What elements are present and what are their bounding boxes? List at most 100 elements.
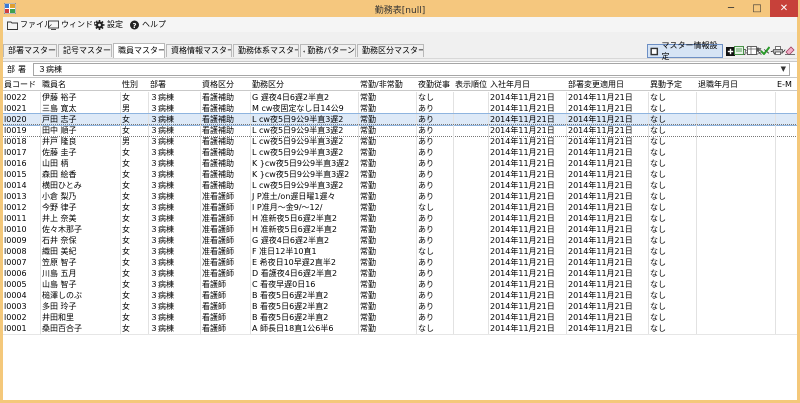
column-header[interactable]: 退職年月日 [698, 79, 777, 90]
check-icon[interactable] [760, 46, 770, 55]
table-row[interactable]: l0015 森田 絵香女 ３病棟 看護補助 K }cw夜5日9公9半直3遅2 常勤 あり 20… [3, 169, 797, 180]
tab-work-system-master[interactable]: 勤務体系マスター [233, 44, 299, 57]
column-header[interactable]: 夜勤従事 [418, 79, 455, 90]
table-row[interactable]: l0004 槌澤しのぶ女 ３病棟 看護師 B 看夜5日6遅2半直2 常勤 あり 2014年11… [3, 290, 797, 301]
table-row[interactable]: l0007 笠原 智子女 ３病棟 准看護師 E 希夜日10早遅2直半2 常勤 あり 2014年… [3, 257, 797, 268]
table-row[interactable]: l0002 井田和里女 ３病棟 看護師 B 看夜5日6遅2半直2 常勤 あり 2014年11月… [3, 312, 797, 323]
table-cell [454, 235, 489, 246]
export-icon[interactable] [734, 46, 744, 55]
table-cell: 2014年11月21日 [567, 257, 649, 268]
table-cell: なし [649, 323, 697, 334]
table-cell: 2014年11月21日 [567, 290, 649, 301]
column-header[interactable]: E-M [777, 79, 797, 90]
table-cell: B 看夜5日6遅2半直2 [251, 301, 359, 312]
column-header[interactable]: 勤務区分 [252, 79, 360, 90]
column-header[interactable]: 職員名 [42, 79, 122, 90]
table-cell: あり [417, 158, 454, 169]
table-cell: l0006 [3, 268, 41, 279]
table-cell: 常勤 [359, 257, 417, 268]
minimize-button[interactable]: ─ [718, 0, 744, 17]
table-cell: G 遅夜4日6遅2半直2 [251, 235, 359, 246]
table-cell: ３病棟 [149, 235, 201, 246]
table-cell: 2014年11月21日 [489, 268, 567, 279]
table-row[interactable]: l0019 田中 順子女 ３病棟 看護補助 L cw夜5日9公9半直3遅2 常勤 あり 201… [3, 124, 797, 137]
table-cell: 2014年11月21日 [489, 158, 567, 169]
table-cell: A 師長日18直1公6半6 [251, 323, 359, 334]
column-header[interactable]: 表示順位 [455, 79, 490, 90]
table-cell: なし [649, 257, 697, 268]
table-cell: L cw夜5日9公9半直3遅2 [251, 180, 359, 191]
tab-license-master[interactable]: 資格情報マスター [166, 44, 232, 57]
table-cell: l0009 [3, 235, 41, 246]
table-cell: 今野 律子 [41, 202, 121, 213]
table-cell: 准看護師 [201, 235, 251, 246]
table-row[interactable]: l0008 織田 美紀女 ３病棟 准看護師 F 准日12半10直1 常勤 なし 2014年11… [3, 246, 797, 257]
delete-icon[interactable] [785, 46, 795, 55]
table-cell [697, 246, 776, 257]
print-icon[interactable] [773, 46, 783, 55]
table-cell: 2014年11月21日 [489, 92, 567, 103]
table-cell: ３病棟 [149, 323, 201, 334]
table-row[interactable]: l0012 今野 律子女 ３病棟 准看護師 I P准月～金9/～12/常勤 なし 2014年… [3, 202, 797, 213]
department-select[interactable]: ３病棟 ▼ [33, 63, 790, 76]
menu-settings[interactable]: 設定 [94, 18, 123, 31]
table-row[interactable]: l0013 小倉 梨乃女 ３病棟 准看護師 J P准土/on遅日曜1遅々 常勤 あり 2014… [3, 191, 797, 202]
table-row[interactable]: l0011 井上 奈美女 ３病棟 准看護師 H 准新夜5日6遅2半直2 常勤 あり 2014年… [3, 213, 797, 224]
table-cell [697, 301, 776, 312]
table-cell [697, 180, 776, 191]
column-header[interactable]: 入社年月日 [490, 79, 568, 90]
table-cell: 女 [121, 323, 149, 334]
column-header[interactable]: 異動予定 [650, 79, 698, 90]
table-row[interactable]: l0016 山田 柄女 ３病棟 看護補助 K }cw夜5日9公9半直3遅2 常勤 あり 201… [3, 158, 797, 169]
column-header[interactable]: 部署 [150, 79, 202, 90]
table-cell: 女 [121, 158, 149, 169]
column-header[interactable]: 員コード [4, 79, 42, 90]
title-bar[interactable]: 勤務表[null] ─ □ ✕ [0, 0, 800, 17]
table-row[interactable]: l0021 三島 寛太男 ３病棟 看護補助 M cw夜固定なし日14公9 常勤 あり 2014… [3, 103, 797, 114]
tab-work-category-master[interactable]: 勤務区分マスター [357, 44, 424, 57]
table-cell: 看護補助 [201, 92, 251, 103]
table-cell: 2014年11月21日 [567, 158, 649, 169]
table-row[interactable]: l0020 戸田 志子女 ３病棟 看護補助 L cw夜5日9公9半直3遅2 常勤 あり 201… [3, 113, 797, 126]
table-row[interactable]: l0022 伊藤 裕子女 ３病棟 看護補助 G 遅夜4日6遅2半直2 常勤 なし 2014年1… [3, 92, 797, 103]
table-row[interactable]: l0001 桑田百合子女 ３病棟 看護師 A 師長日18直1公6半6 常勤 なし 2014年1… [3, 323, 797, 334]
table-row[interactable]: l0014 横田ひとみ女 ３病棟 看護補助 L cw夜5日9公9半直3遅2 常勤 あり 201… [3, 180, 797, 191]
table-row[interactable]: l0003 多田 玲子女 ３病棟 看護師 B 看夜5日6遅2半直2 常勤 あり 2014年11… [3, 301, 797, 312]
grid-view-icon[interactable] [747, 46, 757, 55]
column-header[interactable]: 性別 [122, 79, 150, 90]
table-row[interactable]: l0017 佐藤 圭子女 ３病棟 看護補助 L cw夜5日9公9半直3遅2 常勤 あり 201… [3, 147, 797, 158]
table-row[interactable]: l0005 山島 智子女 ３病棟 看護師 C 看夜早遅0日16 常勤 あり 2014年11月2… [3, 279, 797, 290]
menu-file[interactable]: ファイル [7, 18, 52, 31]
tab-work-pattern[interactable]: 勤務パターン [300, 44, 356, 57]
column-header[interactable]: 部署変更適用日 [568, 79, 650, 90]
table-cell: なし [417, 202, 454, 213]
table-cell [454, 158, 489, 169]
tab-label: 勤務体系マスター [238, 46, 299, 55]
tab-symbol-master[interactable]: 記号マスター [58, 44, 112, 57]
table-row[interactable]: l0009 石井 奈保女 ３病棟 准看護師 G 遅夜4日6遅2半直2 常勤 あり 2014年1… [3, 235, 797, 246]
table-cell: 准看護師 [201, 191, 251, 202]
table-cell: E 希夜日10早遅2直半2 [251, 257, 359, 268]
menu-help[interactable]: ? ヘルプ [129, 18, 166, 31]
table-end-divider [3, 334, 797, 335]
close-button[interactable]: ✕ [770, 0, 798, 17]
pattern-icon [303, 49, 306, 53]
table-cell: 看護師 [201, 279, 251, 290]
table-cell: なし [417, 92, 454, 103]
table-row[interactable]: l0010 佐々木那子女 ３病棟 准看護師 H 准新夜5日6遅2半直2 常勤 あり 2014年… [3, 224, 797, 235]
table-cell: あり [417, 224, 454, 235]
table-cell [454, 103, 489, 114]
table-cell: 常勤 [359, 246, 417, 257]
column-header[interactable]: 資格区分 [202, 79, 252, 90]
table-cell: l0020 [3, 114, 41, 125]
tab-department-master[interactable]: 部署マスター [3, 44, 57, 57]
table-cell: 戸田 志子 [41, 114, 121, 125]
maximize-button[interactable]: □ [744, 0, 770, 17]
master-tabs: 部署マスター 記号マスター 職員マスター 資格情報マスター 勤務体系マスター 勤… [3, 43, 797, 58]
table-cell: 2014年11月21日 [567, 246, 649, 257]
table-row[interactable]: l0006 川島 五月女 ３病棟 准看護師 D 看護夜4日6遅2半直2 常勤 あり 2014年… [3, 268, 797, 279]
column-header[interactable]: 常勤/非常勤 [360, 79, 418, 90]
tab-staff-master[interactable]: 職員マスター [113, 43, 165, 58]
table-cell: 看護師 [201, 323, 251, 334]
table-row[interactable]: l0018 井戸 隆良男 ３病棟 看護補助 L cw夜5日9公9半直3遅2 常勤 あり 201… [3, 136, 797, 147]
